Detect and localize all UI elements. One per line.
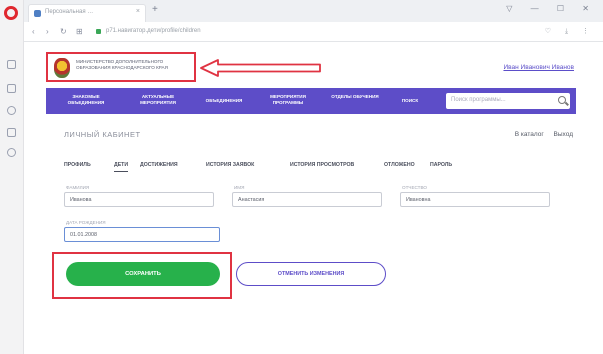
exit-link[interactable]: Выход (554, 131, 573, 138)
messenger-icon[interactable] (7, 84, 16, 93)
patronymic-field[interactable]: Ивановна (400, 192, 550, 207)
window-controls[interactable]: ▽ — ☐ ✕ (506, 4, 597, 13)
back-button[interactable]: ‹ (32, 27, 35, 36)
tab-title: Персональная … (45, 9, 94, 15)
firstname-label: Имя (234, 185, 245, 190)
user-profile-link[interactable]: Иван Иванович Иванов (503, 64, 574, 71)
address-bar: ‹ › ↻ ⊞ р71.навигатор.дети/profile/child… (24, 22, 603, 42)
browser-sidebar (0, 0, 24, 354)
cabinet-links: В каталог Выход (507, 131, 573, 138)
site-header: Министерство дополнительного образования… (46, 52, 576, 86)
lastname-label: Фамилия (66, 185, 90, 190)
patronymic-label: Отчество (402, 185, 427, 190)
profile-tabs: Профиль Дети Достижения История заявок И… (64, 160, 544, 174)
firstname-value: Анастасия (238, 197, 265, 203)
org-logo-highlight[interactable]: Министерство дополнительного образования… (46, 52, 196, 82)
tab-achievements[interactable]: Достижения (140, 162, 178, 168)
birthdate-label: Дата рождения (66, 220, 106, 225)
tab-profile[interactable]: Профиль (64, 162, 91, 168)
cancel-changes-button[interactable]: Отменить изменения (236, 262, 386, 286)
tab-deferred[interactable]: Отложено (384, 162, 415, 168)
search-box[interactable]: Поиск программы... (446, 93, 570, 109)
nav-item[interactable]: Мероприятия программы (260, 94, 316, 106)
org-name: Министерство дополнительного образования… (76, 59, 168, 70)
patronymic-value: Ивановна (406, 197, 431, 203)
search-icon[interactable] (558, 96, 566, 104)
speed-dial-icon[interactable]: ⊞ (76, 27, 83, 36)
bookmarks-icon[interactable] (7, 128, 16, 137)
nav-item[interactable]: Объединения (198, 98, 250, 104)
nav-item[interactable]: Актуальные мероприятия (132, 94, 184, 106)
firstname-field[interactable]: Анастасия (232, 192, 382, 207)
tab-view-history[interactable]: История просмотров (290, 162, 354, 168)
tab-strip: Персональная … × + ▽ — ☐ ✕ (24, 0, 603, 22)
lastname-value: Иванова (70, 197, 92, 203)
settings-icon[interactable] (7, 148, 16, 157)
nav-item[interactable]: Поиск (390, 98, 430, 104)
birthdate-field[interactable]: 01.01.2008 (64, 227, 220, 242)
reload-button[interactable]: ↻ (60, 27, 67, 36)
nav-item[interactable]: Отделы обучения (330, 94, 380, 100)
browser-tab[interactable]: Персональная … × (28, 4, 146, 22)
catalog-link[interactable]: В каталог (515, 131, 544, 138)
search-input[interactable]: Поиск программы... (451, 97, 506, 103)
nav-item[interactable]: Знакомые объединения (60, 94, 112, 106)
coat-of-arms-icon (54, 58, 70, 78)
tab-request-history[interactable]: История заявок (206, 162, 254, 168)
address-bar-actions[interactable]: ♡ ⤓ ⋮ (545, 27, 595, 36)
site-favicon-icon (34, 10, 41, 17)
pointer-arrow-icon (200, 59, 321, 77)
secure-lock-icon (96, 29, 101, 34)
lastname-field[interactable]: Иванова (64, 192, 214, 207)
messenger-icon[interactable] (7, 60, 16, 69)
page-title: Личный кабинет (64, 130, 141, 139)
history-icon[interactable] (7, 106, 16, 115)
birthdate-value: 01.01.2008 (70, 232, 97, 238)
main-navigation: Знакомые объединения Актуальные мероприя… (46, 88, 576, 114)
new-tab-button[interactable]: + (152, 4, 158, 15)
browser-window: Персональная … × + ▽ — ☐ ✕ ‹ › ↻ ⊞ р71.н… (0, 0, 603, 354)
tab-children[interactable]: Дети (114, 162, 129, 172)
url-field[interactable]: р71.навигатор.дети/profile/children (106, 28, 201, 34)
forward-button[interactable]: › (46, 27, 49, 36)
close-tab-icon[interactable]: × (136, 8, 140, 15)
save-button[interactable]: Сохранить (66, 262, 220, 286)
opera-logo-icon[interactable] (4, 6, 18, 20)
tab-password[interactable]: Пароль (430, 162, 452, 168)
